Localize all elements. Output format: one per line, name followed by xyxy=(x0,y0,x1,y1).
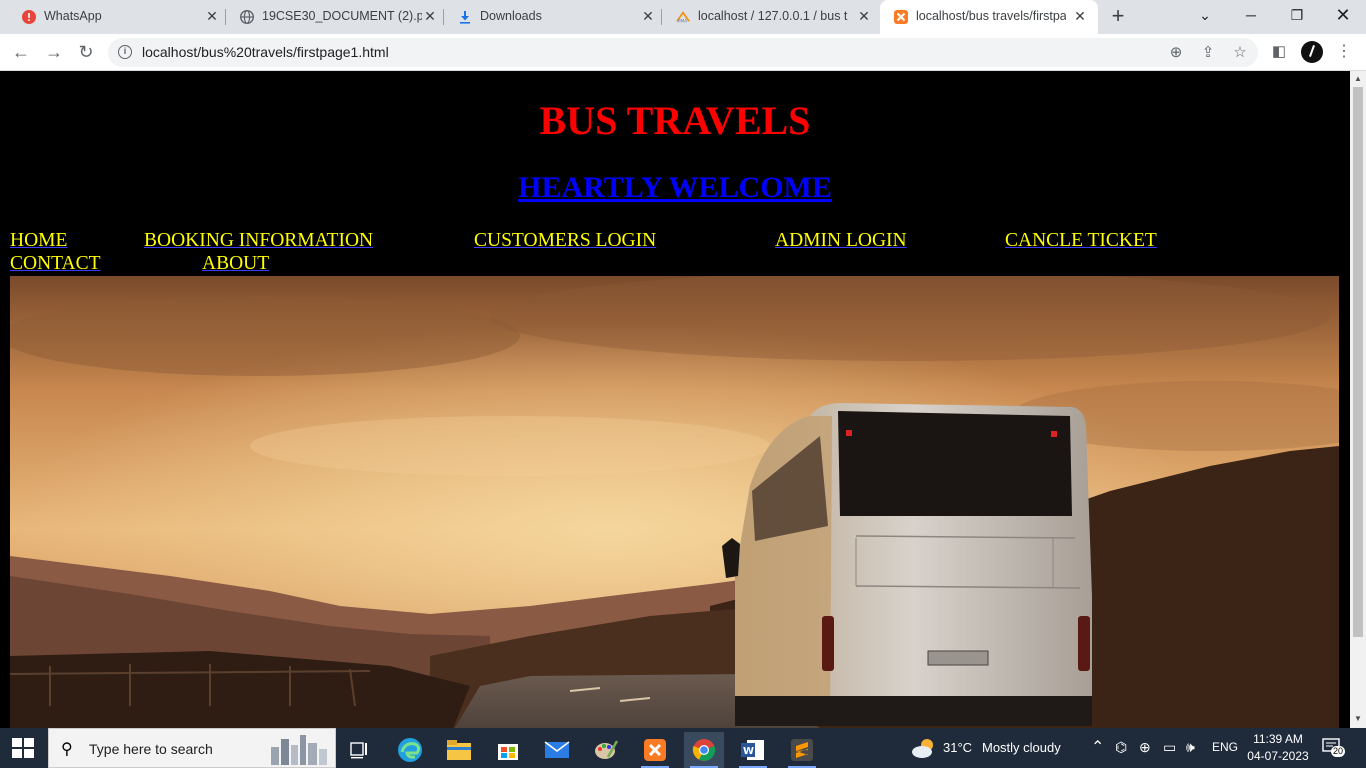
clock-date: 04-07-2023 xyxy=(1247,749,1309,763)
xampp-icon xyxy=(894,10,908,24)
tab-title: localhost / 127.0.0.1 / bus tra xyxy=(698,9,848,23)
hero-bus-image xyxy=(10,276,1339,728)
tab-strip: WhatsApp ✕ 19CSE30_DOCUMENT (2).pdf ✕ Do… xyxy=(0,0,1366,34)
tab-whatsapp[interactable]: WhatsApp ✕ xyxy=(8,0,226,34)
system-clock[interactable]: 11:39 AM 04-07-2023 xyxy=(1240,731,1316,765)
tab-title: localhost/bus travels/firstpag xyxy=(916,9,1066,23)
site-title: BUS TRAVELS xyxy=(539,98,811,143)
bus-illustration xyxy=(722,403,1092,726)
close-tab-icon[interactable]: ✕ xyxy=(640,8,656,24)
zoom-icon[interactable]: ⊕ xyxy=(1166,43,1186,63)
close-tab-icon[interactable]: ✕ xyxy=(1072,8,1088,24)
taskbar-search-box[interactable]: ⚲ Type here to search xyxy=(48,728,336,768)
tab-bus-travels[interactable]: localhost/bus travels/firstpag ✕ xyxy=(880,0,1098,34)
paint-icon[interactable] xyxy=(586,732,626,768)
bookmark-star-icon[interactable]: ☆ xyxy=(1230,43,1250,63)
side-panel-icon[interactable]: ◧ xyxy=(1269,42,1289,62)
share-icon[interactable]: ⇪ xyxy=(1198,43,1218,63)
edge-browser-icon[interactable] xyxy=(390,732,430,768)
minimize-button[interactable]: ─ xyxy=(1228,0,1274,30)
download-icon xyxy=(460,11,470,24)
notification-center-button[interactable]: 20 xyxy=(1322,738,1348,758)
browser-toolbar: ← → ↻ i localhost/bus%20travels/firstpag… xyxy=(0,34,1366,71)
microsoft-store-icon[interactable] xyxy=(488,732,528,768)
phpmyadmin-icon: PMA xyxy=(676,11,690,24)
windows-taskbar: ⚲ Type here to search W 31°C Mostly clou… xyxy=(0,728,1366,768)
show-hidden-icons-chevron-icon[interactable]: ⌃ xyxy=(1091,737,1104,757)
close-tab-icon[interactable]: ✕ xyxy=(856,8,872,24)
tab-downloads[interactable]: Downloads ✕ xyxy=(444,0,662,34)
page-scrollbar[interactable]: ▲ ▼ xyxy=(1350,71,1366,728)
language-indicator[interactable]: ENG xyxy=(1212,740,1238,754)
nav-booking-link[interactable]: BOOKING INFORMATION xyxy=(144,230,373,252)
url-text[interactable]: localhost/bus%20travels/firstpage1.html xyxy=(142,44,389,60)
scroll-up-arrow-icon[interactable]: ▲ xyxy=(1350,72,1366,86)
restore-button[interactable]: ❐ xyxy=(1274,0,1320,30)
tab-phpmyadmin[interactable]: PMA localhost / 127.0.0.1 / bus tra ✕ xyxy=(662,0,880,34)
scroll-down-arrow-icon[interactable]: ▼ xyxy=(1350,712,1366,726)
volume-icon[interactable]: 🕪 xyxy=(1186,739,1195,756)
nav-admin-login-link[interactable]: ADMIN LOGIN xyxy=(775,230,907,252)
forward-button[interactable]: → xyxy=(42,40,66,64)
battery-icon[interactable]: ▭ xyxy=(1163,739,1176,756)
search-highlight-city-icon xyxy=(271,735,327,765)
svg-text:PMA: PMA xyxy=(678,19,687,24)
task-view-icon[interactable] xyxy=(340,732,380,768)
nav-cancel-ticket-link[interactable]: CANCLE TICKET xyxy=(1005,230,1157,252)
site-info-icon[interactable]: i xyxy=(118,45,132,59)
chrome-icon[interactable] xyxy=(684,732,724,768)
search-placeholder: Type here to search xyxy=(89,741,213,757)
nav-contact-link[interactable]: CONTACT xyxy=(10,253,101,275)
new-tab-button[interactable]: + xyxy=(1107,5,1129,28)
file-explorer-icon[interactable] xyxy=(439,732,479,768)
nav-home-link[interactable]: HOME xyxy=(10,230,67,252)
network-globe-icon[interactable]: ⊕ xyxy=(1139,739,1151,756)
nav-about-link[interactable]: ABOUT xyxy=(202,253,269,275)
windows-start-icon[interactable] xyxy=(12,738,34,758)
svg-text:W: W xyxy=(743,746,754,757)
tab-title: WhatsApp xyxy=(44,9,102,23)
close-tab-icon[interactable]: ✕ xyxy=(422,8,438,24)
tab-title: Downloads xyxy=(480,9,542,23)
scrollbar-thumb[interactable] xyxy=(1353,87,1363,637)
weather-temperature[interactable]: 31°C xyxy=(943,740,972,755)
reload-button[interactable]: ↻ xyxy=(74,40,98,64)
close-tab-icon[interactable]: ✕ xyxy=(204,8,220,24)
page-viewport: BUS TRAVELS HEARTLY WELCOME HOME BOOKING… xyxy=(0,71,1350,728)
weather-cloud-sun-icon[interactable] xyxy=(910,736,938,760)
back-button[interactable]: ← xyxy=(9,40,33,64)
welcome-heading: HEARTLY WELCOME xyxy=(518,171,832,204)
globe-icon xyxy=(240,10,254,24)
mail-icon[interactable] xyxy=(537,732,577,768)
notification-count-badge: 20 xyxy=(1331,746,1346,757)
tab-pdf-document[interactable]: 19CSE30_DOCUMENT (2).pdf ✕ xyxy=(226,0,444,34)
sublime-text-icon[interactable] xyxy=(782,732,822,768)
meet-now-icon[interactable]: ⌬ xyxy=(1115,739,1127,756)
xampp-control-icon[interactable] xyxy=(635,732,675,768)
menu-kebab-icon[interactable]: ⋮ xyxy=(1334,42,1354,62)
search-icon: ⚲ xyxy=(61,741,73,758)
whatsapp-alert-icon xyxy=(22,10,36,24)
weather-condition[interactable]: Mostly cloudy xyxy=(982,740,1061,755)
word-icon[interactable]: W xyxy=(733,732,773,768)
nav-customers-login-link[interactable]: CUSTOMERS LOGIN xyxy=(474,230,656,252)
tab-title: 19CSE30_DOCUMENT (2).pdf xyxy=(262,9,422,23)
tab-search-icon[interactable]: ⌄ xyxy=(1182,0,1228,30)
profile-avatar[interactable] xyxy=(1301,41,1323,63)
address-bar[interactable]: i localhost/bus%20travels/firstpage1.htm… xyxy=(108,38,1258,67)
close-window-button[interactable]: ✕ xyxy=(1320,0,1366,30)
clock-time: 11:39 AM xyxy=(1253,732,1303,746)
